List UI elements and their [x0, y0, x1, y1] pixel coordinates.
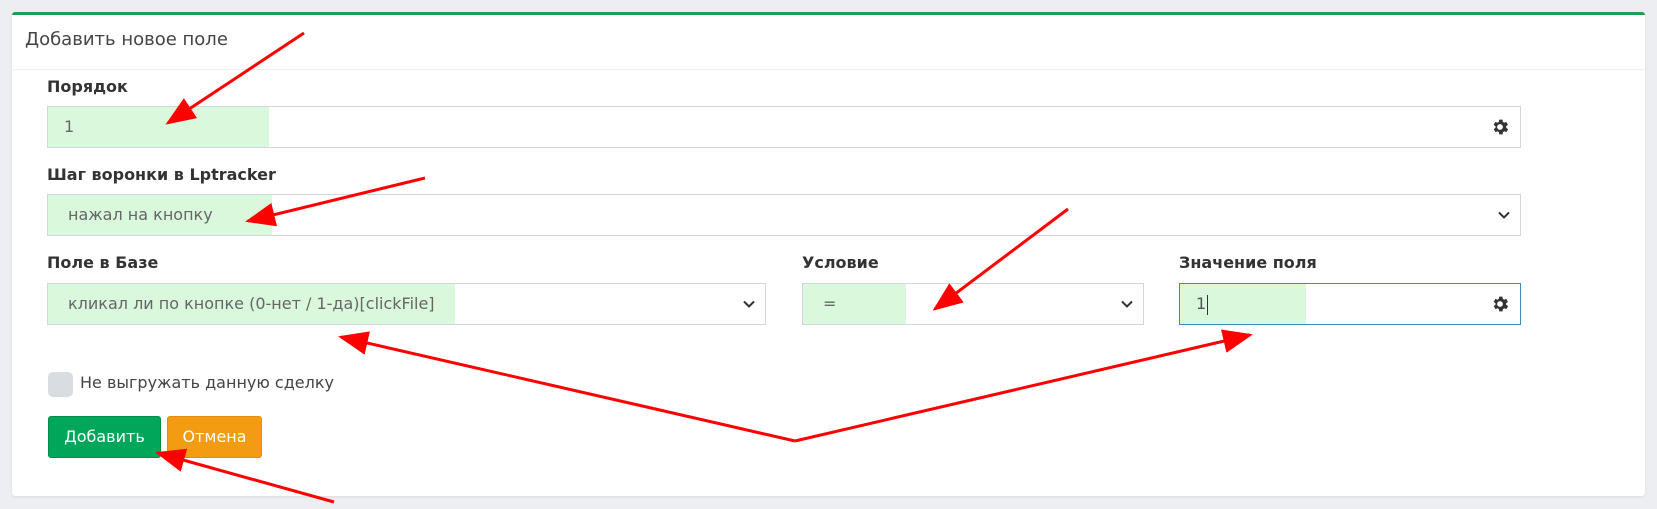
chevron-down-icon[interactable] [1497, 208, 1511, 222]
panel-title: Добавить новое поле [12, 15, 1645, 70]
db-field-select[interactable]: кликал ли по кнопке (0-нет / 1-да)[click… [47, 283, 766, 325]
add-field-panel: Добавить новое поле Порядок 1 Шаг воронк… [12, 12, 1645, 496]
chevron-down-icon[interactable] [742, 297, 756, 311]
field-value-input[interactable]: 1 [1179, 283, 1521, 325]
gear-icon[interactable] [1490, 294, 1510, 314]
order-value: 1 [64, 117, 75, 136]
condition-select[interactable]: = [802, 283, 1144, 325]
no-export-label: Не выгружать данную сделку [80, 373, 334, 392]
condition-highlight [803, 284, 906, 324]
field-value-label: Значение поля [1179, 253, 1317, 272]
order-label: Порядок [47, 77, 128, 96]
chevron-down-icon[interactable] [1120, 297, 1134, 311]
text-cursor [1207, 294, 1209, 315]
field-value-value: 1 [1196, 294, 1209, 315]
condition-label: Условие [802, 253, 879, 272]
db-field-label: Поле в Базе [47, 253, 159, 272]
cancel-button[interactable]: Отмена [167, 416, 262, 458]
no-export-checkbox[interactable] [48, 372, 73, 397]
funnel-step-label: Шаг воронки в Lptracker [47, 165, 276, 184]
funnel-step-value: нажал на кнопку [68, 205, 213, 224]
funnel-step-select[interactable]: нажал на кнопку [47, 194, 1521, 236]
gear-icon[interactable] [1490, 117, 1510, 137]
order-highlight [48, 107, 269, 147]
db-field-value: кликал ли по кнопке (0-нет / 1-да)[click… [68, 294, 435, 313]
order-input[interactable]: 1 [47, 106, 1521, 148]
add-button[interactable]: Добавить [48, 416, 161, 458]
condition-value: = [823, 294, 837, 313]
